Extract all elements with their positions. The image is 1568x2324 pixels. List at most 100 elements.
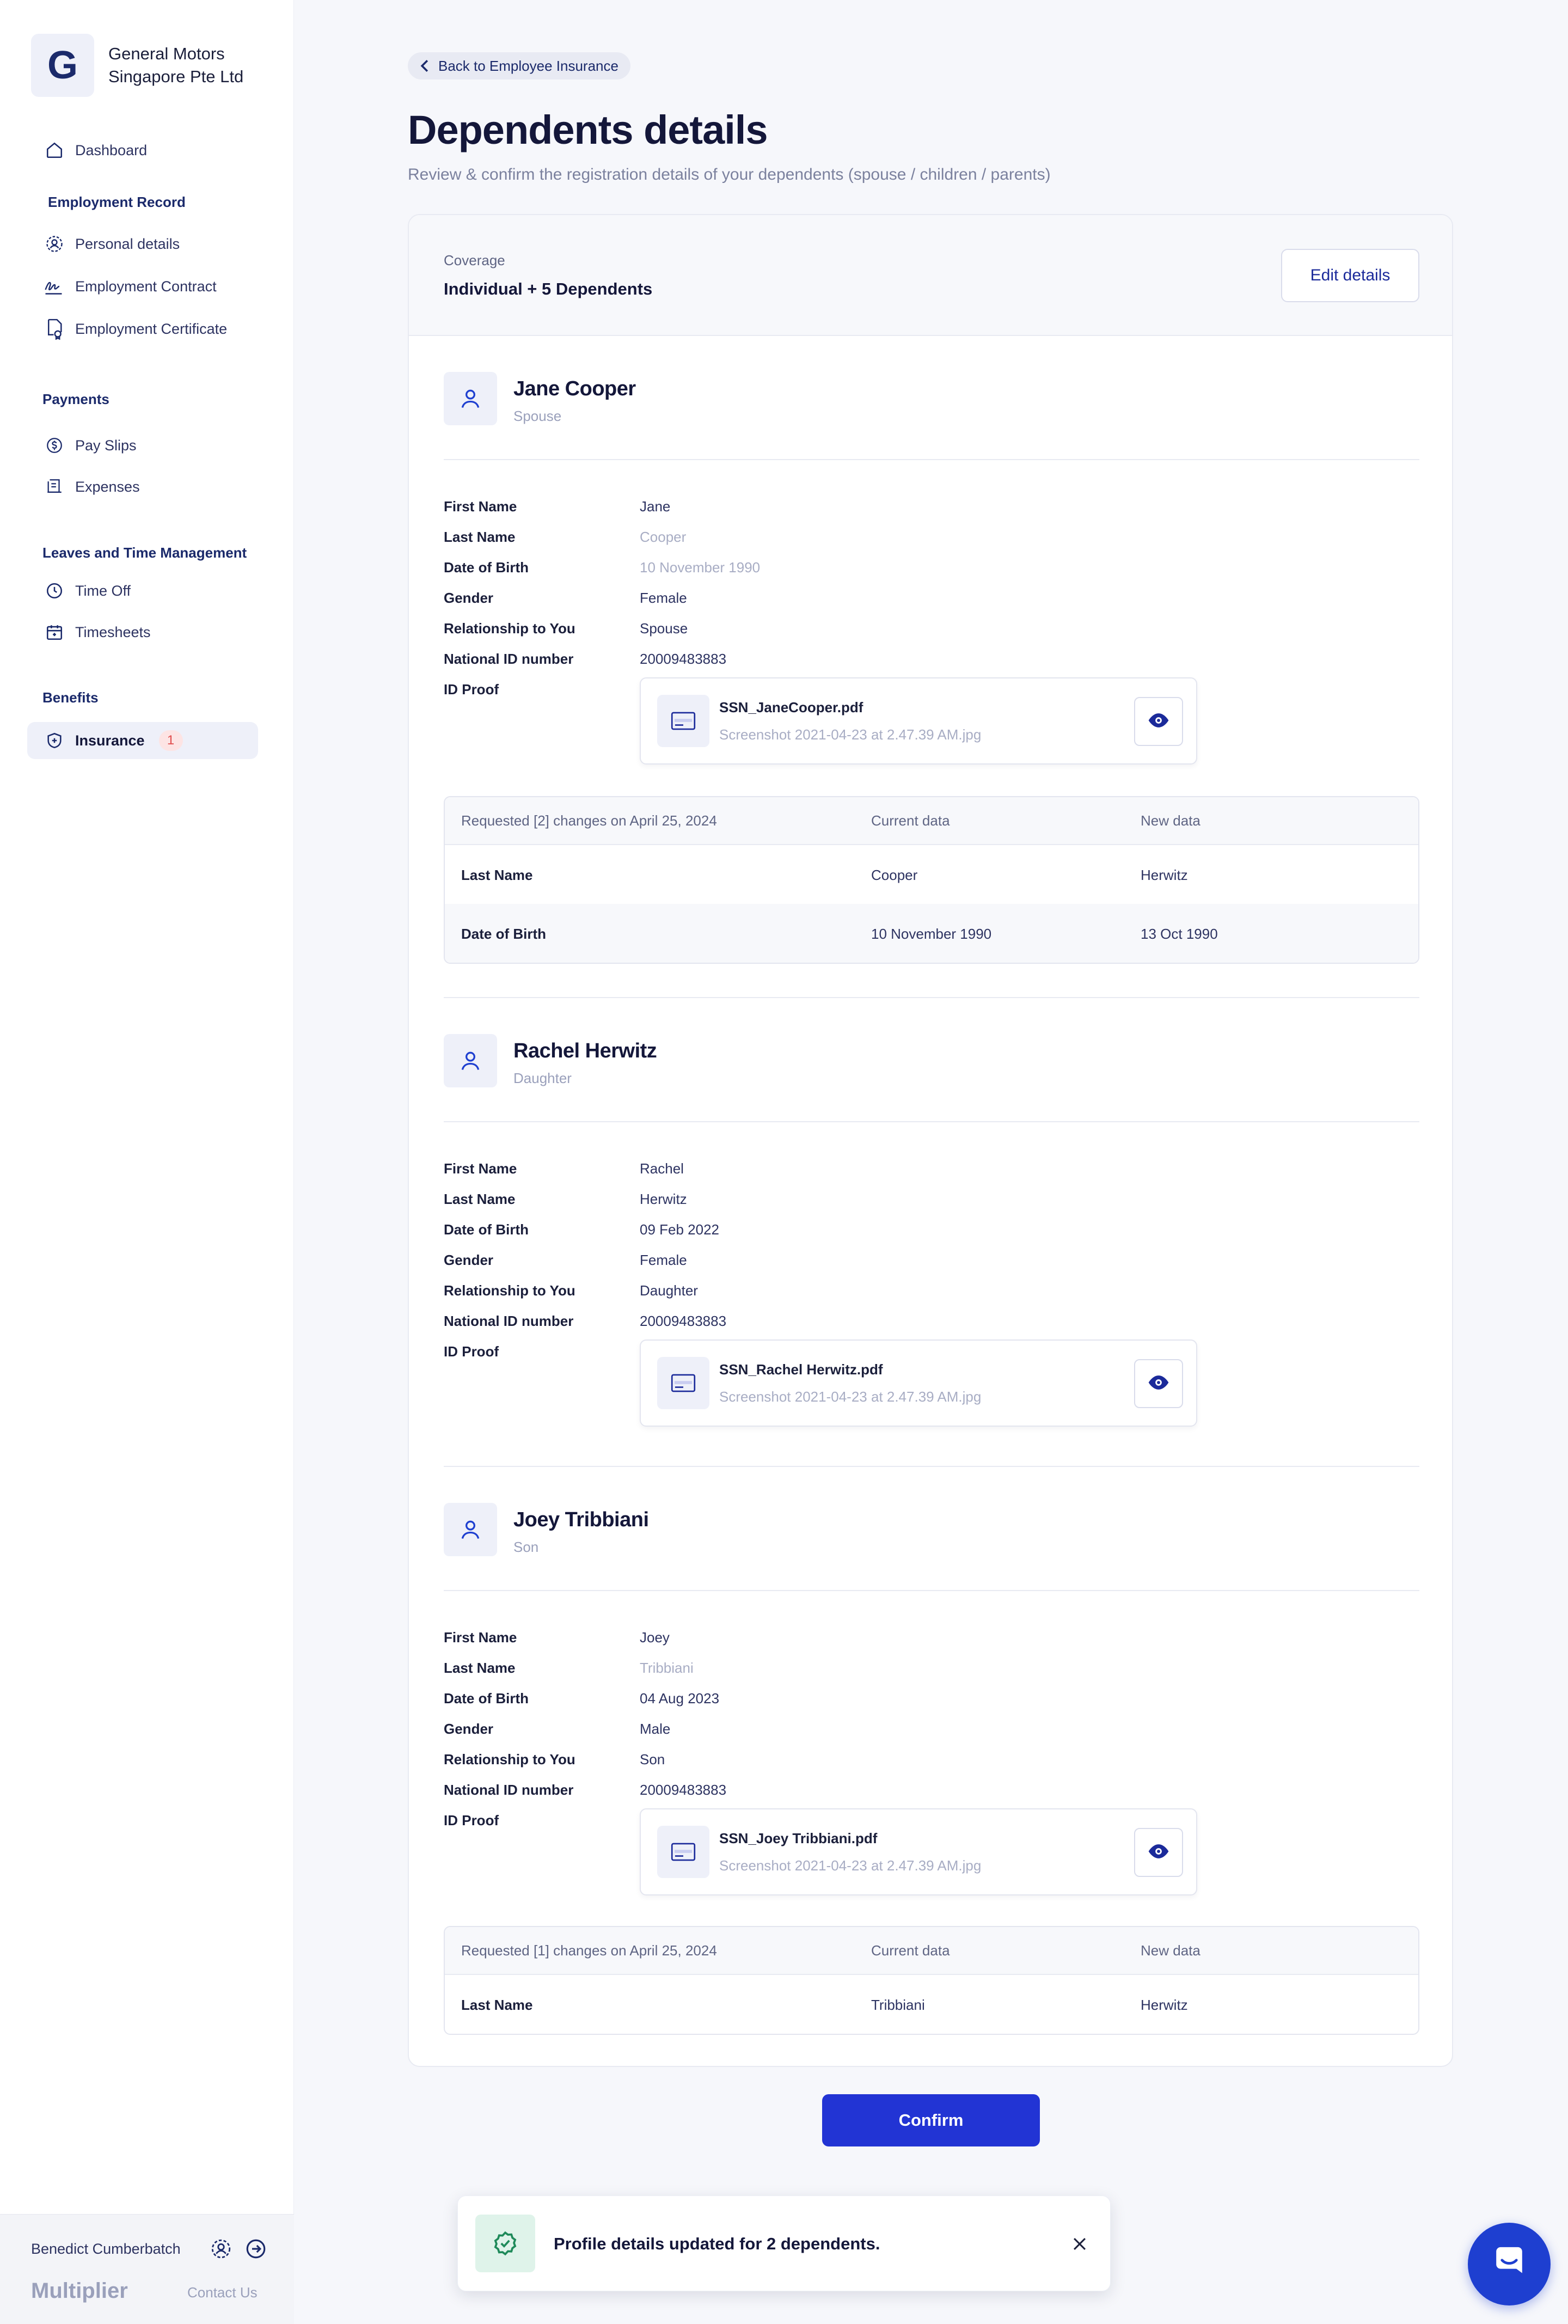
field-label-last-name: Last Name bbox=[444, 1191, 516, 1207]
sidebar-item-dashboard[interactable]: Dashboard bbox=[44, 137, 147, 164]
confirm-button[interactable]: Confirm bbox=[822, 2094, 1040, 2146]
sidebar: G General Motors Singapore Pte Ltd Dashb… bbox=[0, 0, 294, 2324]
clock-icon bbox=[44, 580, 65, 602]
field-value-first-name: Joey bbox=[640, 1629, 670, 1646]
field-value-dob: 10 November 1990 bbox=[640, 559, 761, 576]
current-data-header: Current data bbox=[871, 812, 950, 829]
dependents-card: Coverage Individual + 5 Dependents Edit … bbox=[408, 214, 1453, 2067]
sidebar-item-employment-certificate[interactable]: Employment Certificate bbox=[44, 315, 227, 343]
requested-changes-table: Requested [2] changes on April 25, 2024 … bbox=[444, 796, 1419, 964]
nav-section-benefits: Benefits bbox=[42, 689, 99, 706]
table-row: Date of Birth 10 November 1990 13 Oct 19… bbox=[445, 904, 1418, 963]
file-name: SSN_JaneCooper.pdf bbox=[719, 699, 863, 715]
id-card-icon bbox=[657, 695, 709, 747]
field-value-national-id: 20009483883 bbox=[640, 651, 727, 667]
field-value-relationship: Daughter bbox=[640, 1282, 698, 1299]
coverage-label: Coverage bbox=[444, 252, 505, 268]
field-label-last-name: Last Name bbox=[444, 529, 516, 545]
sidebar-item-insurance[interactable]: Insurance 1 bbox=[44, 727, 183, 754]
page-subtitle: Review & confirm the registration detail… bbox=[408, 166, 1051, 184]
change-new: Herwitz bbox=[1141, 867, 1188, 883]
sidebar-item-expenses[interactable]: Expenses bbox=[44, 473, 140, 500]
field-label-gender: Gender bbox=[444, 1252, 494, 1268]
field-value-national-id: 20009483883 bbox=[640, 1313, 727, 1329]
company-brand[interactable]: G General Motors Singapore Pte Ltd bbox=[31, 34, 243, 97]
changes-header: Requested [1] changes on April 25, 2024 … bbox=[445, 1927, 1418, 1975]
sidebar-item-timesheets[interactable]: Timesheets bbox=[44, 619, 151, 646]
change-current: Cooper bbox=[871, 867, 918, 883]
field-label-id-proof: ID Proof bbox=[444, 1343, 499, 1360]
change-new: Herwitz bbox=[1141, 1997, 1188, 2013]
nav-section-payments: Payments bbox=[42, 391, 109, 407]
sidebar-item-label: Dashboard bbox=[75, 142, 148, 158]
dependent-relation: Daughter bbox=[513, 1070, 572, 1086]
eye-icon bbox=[1147, 712, 1171, 731]
company-name: General Motors Singapore Pte Ltd bbox=[108, 42, 243, 88]
home-icon bbox=[44, 139, 65, 161]
sidebar-item-label: Personal details bbox=[75, 235, 180, 252]
signature-icon bbox=[44, 276, 65, 297]
close-icon[interactable] bbox=[1067, 2231, 1093, 2257]
change-field: Date of Birth bbox=[461, 926, 546, 942]
table-row: Last Name Cooper Herwitz bbox=[445, 845, 1418, 904]
sidebar-item-time-off[interactable]: Time Off bbox=[44, 577, 131, 604]
dependent-name: Jane Cooper bbox=[513, 377, 636, 400]
chat-button[interactable] bbox=[1468, 2223, 1551, 2305]
field-value-gender: Male bbox=[640, 1721, 671, 1737]
logout-icon[interactable] bbox=[244, 2237, 267, 2263]
divider bbox=[444, 1590, 1419, 1591]
chat-icon bbox=[1489, 2243, 1529, 2286]
field-label-relationship: Relationship to You bbox=[444, 1751, 575, 1768]
table-row: Last Name Tribbiani Herwitz bbox=[445, 1975, 1418, 2034]
view-file-button[interactable] bbox=[1134, 1828, 1183, 1877]
receipt-icon bbox=[44, 476, 65, 498]
user-icon bbox=[444, 1503, 497, 1556]
coverage-value: Individual + 5 Dependents bbox=[444, 279, 653, 298]
eye-icon bbox=[1147, 1374, 1171, 1393]
id-proof-file: SSN_JaneCooper.pdf Screenshot 2021-04-23… bbox=[640, 677, 1197, 765]
current-data-header: Current data bbox=[871, 1942, 950, 1959]
dependent-relation: Son bbox=[513, 1539, 539, 1555]
calendar-icon bbox=[44, 621, 65, 643]
new-data-header: New data bbox=[1141, 1942, 1200, 1959]
sidebar-item-label: Pay Slips bbox=[75, 437, 137, 454]
dependent-section: Rachel Herwitz Daughter First Name Rache… bbox=[444, 1034, 1419, 1427]
field-value-last-name: Cooper bbox=[640, 529, 687, 545]
requested-changes-table: Requested [1] changes on April 25, 2024 … bbox=[444, 1926, 1419, 2035]
sidebar-item-label: Time Off bbox=[75, 582, 131, 599]
file-subtitle: Screenshot 2021-04-23 at 2.47.39 AM.jpg bbox=[719, 726, 982, 743]
page-title: Dependents details bbox=[408, 107, 768, 152]
field-value-relationship: Son bbox=[640, 1751, 665, 1768]
field-label-dob: Date of Birth bbox=[444, 1690, 529, 1707]
id-card-icon bbox=[657, 1826, 709, 1878]
settings-icon[interactable] bbox=[210, 2237, 232, 2263]
view-file-button[interactable] bbox=[1134, 1359, 1183, 1408]
field-value-first-name: Jane bbox=[640, 498, 671, 515]
sidebar-item-label: Expenses bbox=[75, 478, 140, 495]
change-new: 13 Oct 1990 bbox=[1141, 926, 1218, 942]
field-value-dob: 09 Feb 2022 bbox=[640, 1221, 720, 1238]
field-value-last-name: Herwitz bbox=[640, 1191, 687, 1207]
contact-us-link[interactable]: Contact Us bbox=[187, 2284, 258, 2301]
divider bbox=[444, 459, 1419, 460]
sidebar-item-personal-details[interactable]: Personal details bbox=[44, 230, 180, 258]
company-name-line2: Singapore Pte Ltd bbox=[108, 67, 244, 86]
sidebar-item-employment-contract[interactable]: Employment Contract bbox=[44, 273, 217, 300]
view-file-button[interactable] bbox=[1134, 697, 1183, 746]
user-gear-icon bbox=[44, 233, 65, 255]
sidebar-footer: Benedict Cumberbatch Multiplier Contact … bbox=[0, 2214, 294, 2324]
success-toast: Profile details updated for 2 dependents… bbox=[457, 2195, 1111, 2291]
edit-details-button[interactable]: Edit details bbox=[1281, 249, 1419, 302]
footer-actions bbox=[210, 2237, 267, 2263]
sidebar-item-pay-slips[interactable]: Pay Slips bbox=[44, 432, 137, 459]
dependent-name: Rachel Herwitz bbox=[513, 1039, 657, 1062]
field-label-dob: Date of Birth bbox=[444, 559, 529, 576]
nav-section-leaves: Leaves and Time Management bbox=[42, 545, 247, 561]
section-divider bbox=[444, 997, 1419, 998]
field-label-id-proof: ID Proof bbox=[444, 681, 499, 698]
back-to-insurance-button[interactable]: Back to Employee Insurance bbox=[408, 52, 630, 79]
id-proof-file: SSN_Rachel Herwitz.pdf Screenshot 2021-0… bbox=[640, 1340, 1197, 1427]
dependent-name: Joey Tribbiani bbox=[513, 1508, 649, 1531]
sidebar-item-label: Insurance bbox=[75, 732, 145, 749]
sidebar-item-label: Timesheets bbox=[75, 623, 151, 640]
